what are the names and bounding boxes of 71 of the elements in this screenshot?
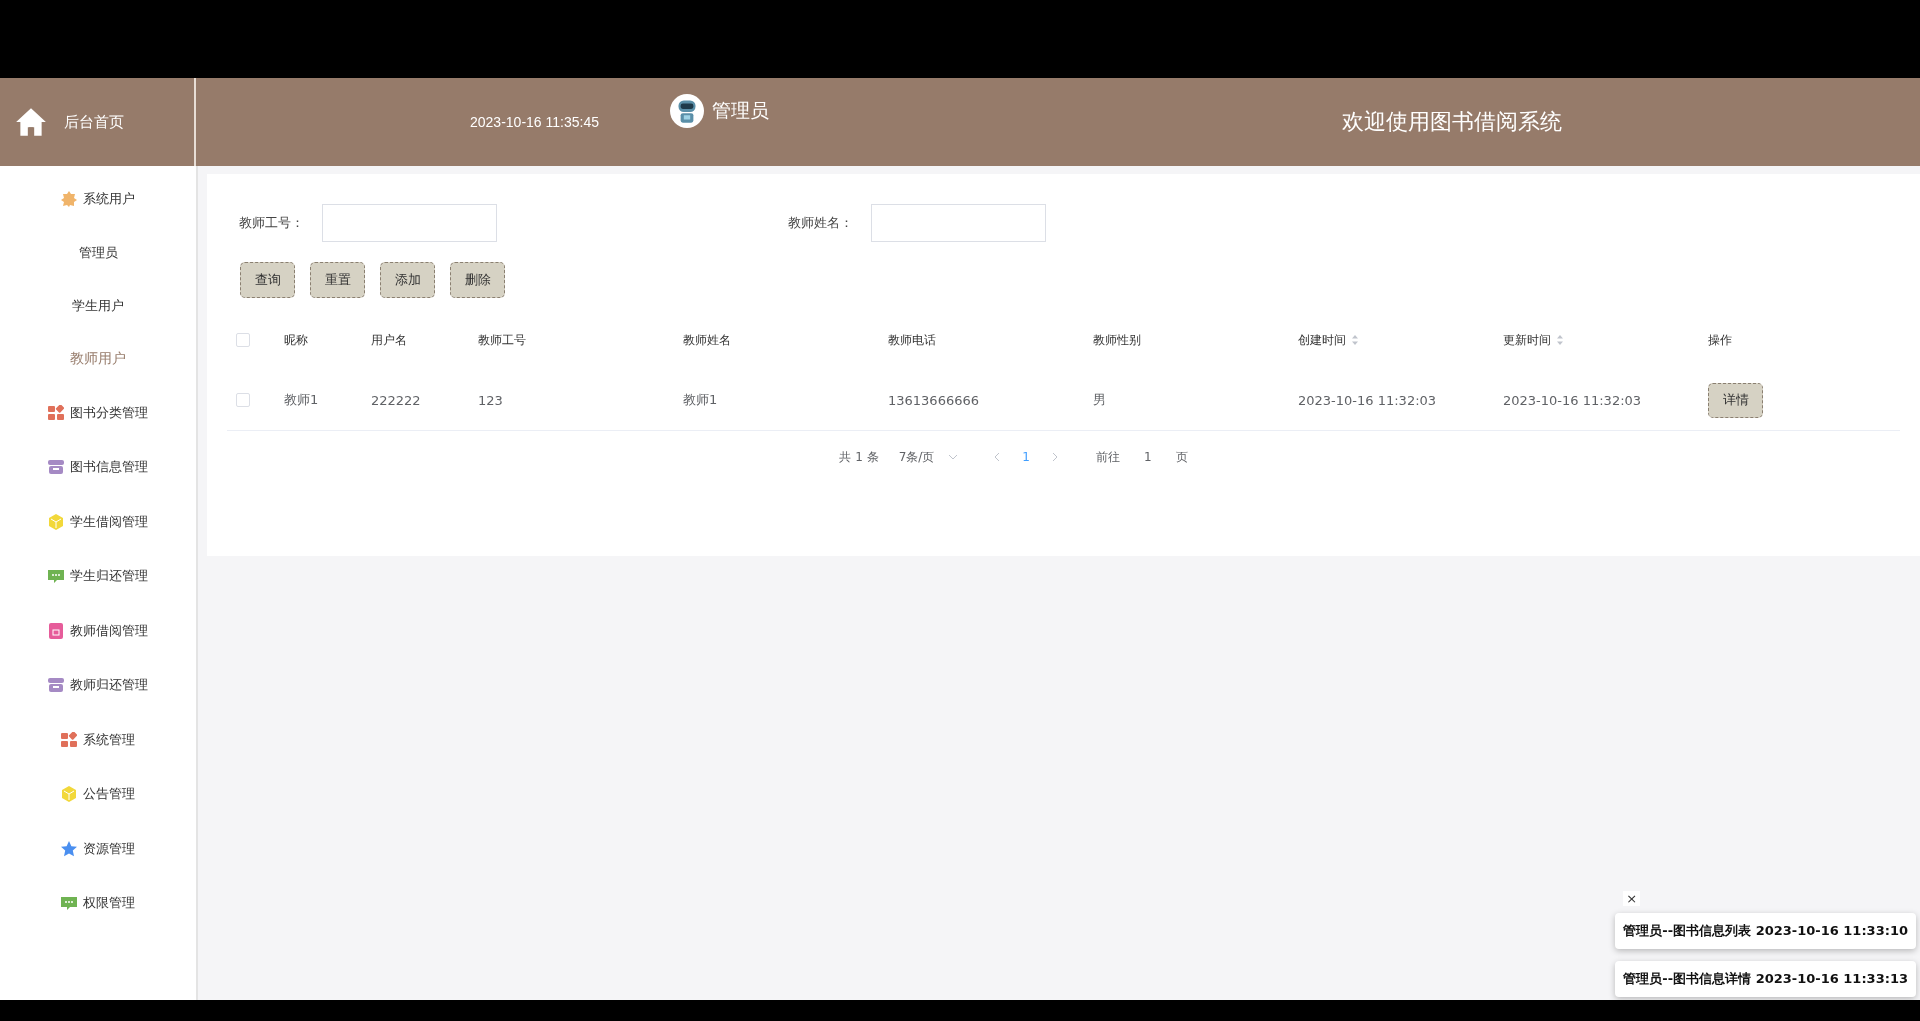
sidebar-item[interactable]: 资源管理 (0, 821, 196, 876)
column-header: 更新时间 (1503, 331, 1551, 349)
previous-page-icon[interactable] (994, 452, 1001, 462)
badge-icon (61, 191, 77, 208)
details-button[interactable]: 详情 (1708, 382, 1763, 418)
app-title: 欢迎使用图书借阅系统 (1342, 108, 1562, 136)
sidebar-item[interactable]: 图书信息管理 (0, 440, 196, 495)
close-button[interactable]: × (1623, 891, 1641, 906)
select-all-checkbox[interactable] (236, 333, 250, 347)
table-cell: 男 (1093, 392, 1106, 407)
page-size-select[interactable]: 7条/页 (898, 448, 959, 466)
table-cell: 123 (478, 392, 503, 408)
sidebar-item[interactable]: 图书分类管理 (0, 385, 196, 440)
sidebar-item[interactable]: 公告管理 (0, 767, 196, 822)
sidebar-item[interactable]: 权限管理 (0, 876, 196, 931)
star-icon (61, 840, 77, 857)
sidebar-item[interactable]: 教师借阅管理 (0, 603, 196, 658)
action-button[interactable]: 删除 (450, 262, 505, 298)
user-name: 管理员 (712, 98, 769, 123)
grid-icon (48, 404, 64, 421)
robot-icon (670, 94, 704, 128)
submenu-item[interactable]: 学生用户 (0, 279, 196, 333)
column-header: 操作 (1708, 331, 1732, 349)
chevron-down-icon (948, 454, 959, 460)
sidebar-item[interactable]: 学生借阅管理 (0, 494, 196, 549)
page-suffix: 页 (1175, 448, 1188, 466)
cube-icon (61, 786, 77, 803)
input-field[interactable] (322, 204, 497, 242)
notification-toast: 管理员--图书信息列表 2023-10-16 11:33:10 (1615, 913, 1916, 949)
notification-toast: 管理员--图书信息详情 2023-10-16 11:33:13 (1615, 961, 1916, 997)
cube-icon (48, 513, 64, 530)
home-link[interactable]: 后台首页 (64, 112, 124, 132)
column-header: 用户名 (371, 331, 407, 349)
column-header: 昵称 (284, 331, 308, 349)
chat-icon (48, 568, 64, 585)
submenu-item[interactable]: 教师用户 (0, 332, 196, 386)
grid-icon (61, 731, 77, 748)
doc-icon (48, 622, 64, 639)
sidebar-item[interactable]: 学生归还管理 (0, 549, 196, 604)
submenu-item[interactable]: 管理员 (0, 226, 196, 280)
action-button[interactable]: 添加 (380, 262, 435, 298)
table-cell: 2023-10-16 11:32:03 (1298, 392, 1437, 408)
total-count: 共 1 条 (839, 448, 879, 466)
table-cell: 教师1 (284, 392, 319, 407)
sidebar-item[interactable]: 系统用户 (0, 172, 196, 227)
sort-icon[interactable] (1351, 334, 1359, 346)
input-field[interactable] (871, 204, 1046, 242)
field-label: 教师姓名： (787, 214, 854, 232)
chat-icon (61, 895, 77, 912)
field-label: 教师工号： (238, 214, 305, 232)
table-cell: 222222 (371, 392, 421, 408)
column-header: 教师电话 (888, 331, 936, 349)
archive-icon (48, 677, 64, 694)
sort-icon[interactable] (1556, 334, 1564, 346)
next-page-icon[interactable] (1051, 452, 1058, 462)
action-button[interactable]: 重置 (310, 262, 365, 298)
table-cell: 教师1 (683, 392, 718, 407)
column-header: 创建时间 (1298, 331, 1346, 349)
archive-icon (48, 459, 64, 476)
goto-page-input[interactable]: 1 (1143, 450, 1152, 464)
action-button[interactable]: 查询 (240, 262, 295, 298)
column-header: 教师姓名 (683, 331, 731, 349)
column-header: 教师性别 (1093, 331, 1141, 349)
table-cell: 2023-10-16 11:32:03 (1503, 392, 1642, 408)
sidebar-item[interactable]: 教师归还管理 (0, 658, 196, 713)
goto-label: 前往 (1095, 448, 1120, 466)
sidebar-item[interactable]: 系统管理 (0, 712, 196, 767)
column-header: 教师工号 (478, 331, 526, 349)
row-checkbox[interactable] (236, 393, 250, 407)
table-cell: 13613666666 (888, 392, 979, 408)
datetime: 2023-10-16 11:35:45 (470, 114, 600, 130)
